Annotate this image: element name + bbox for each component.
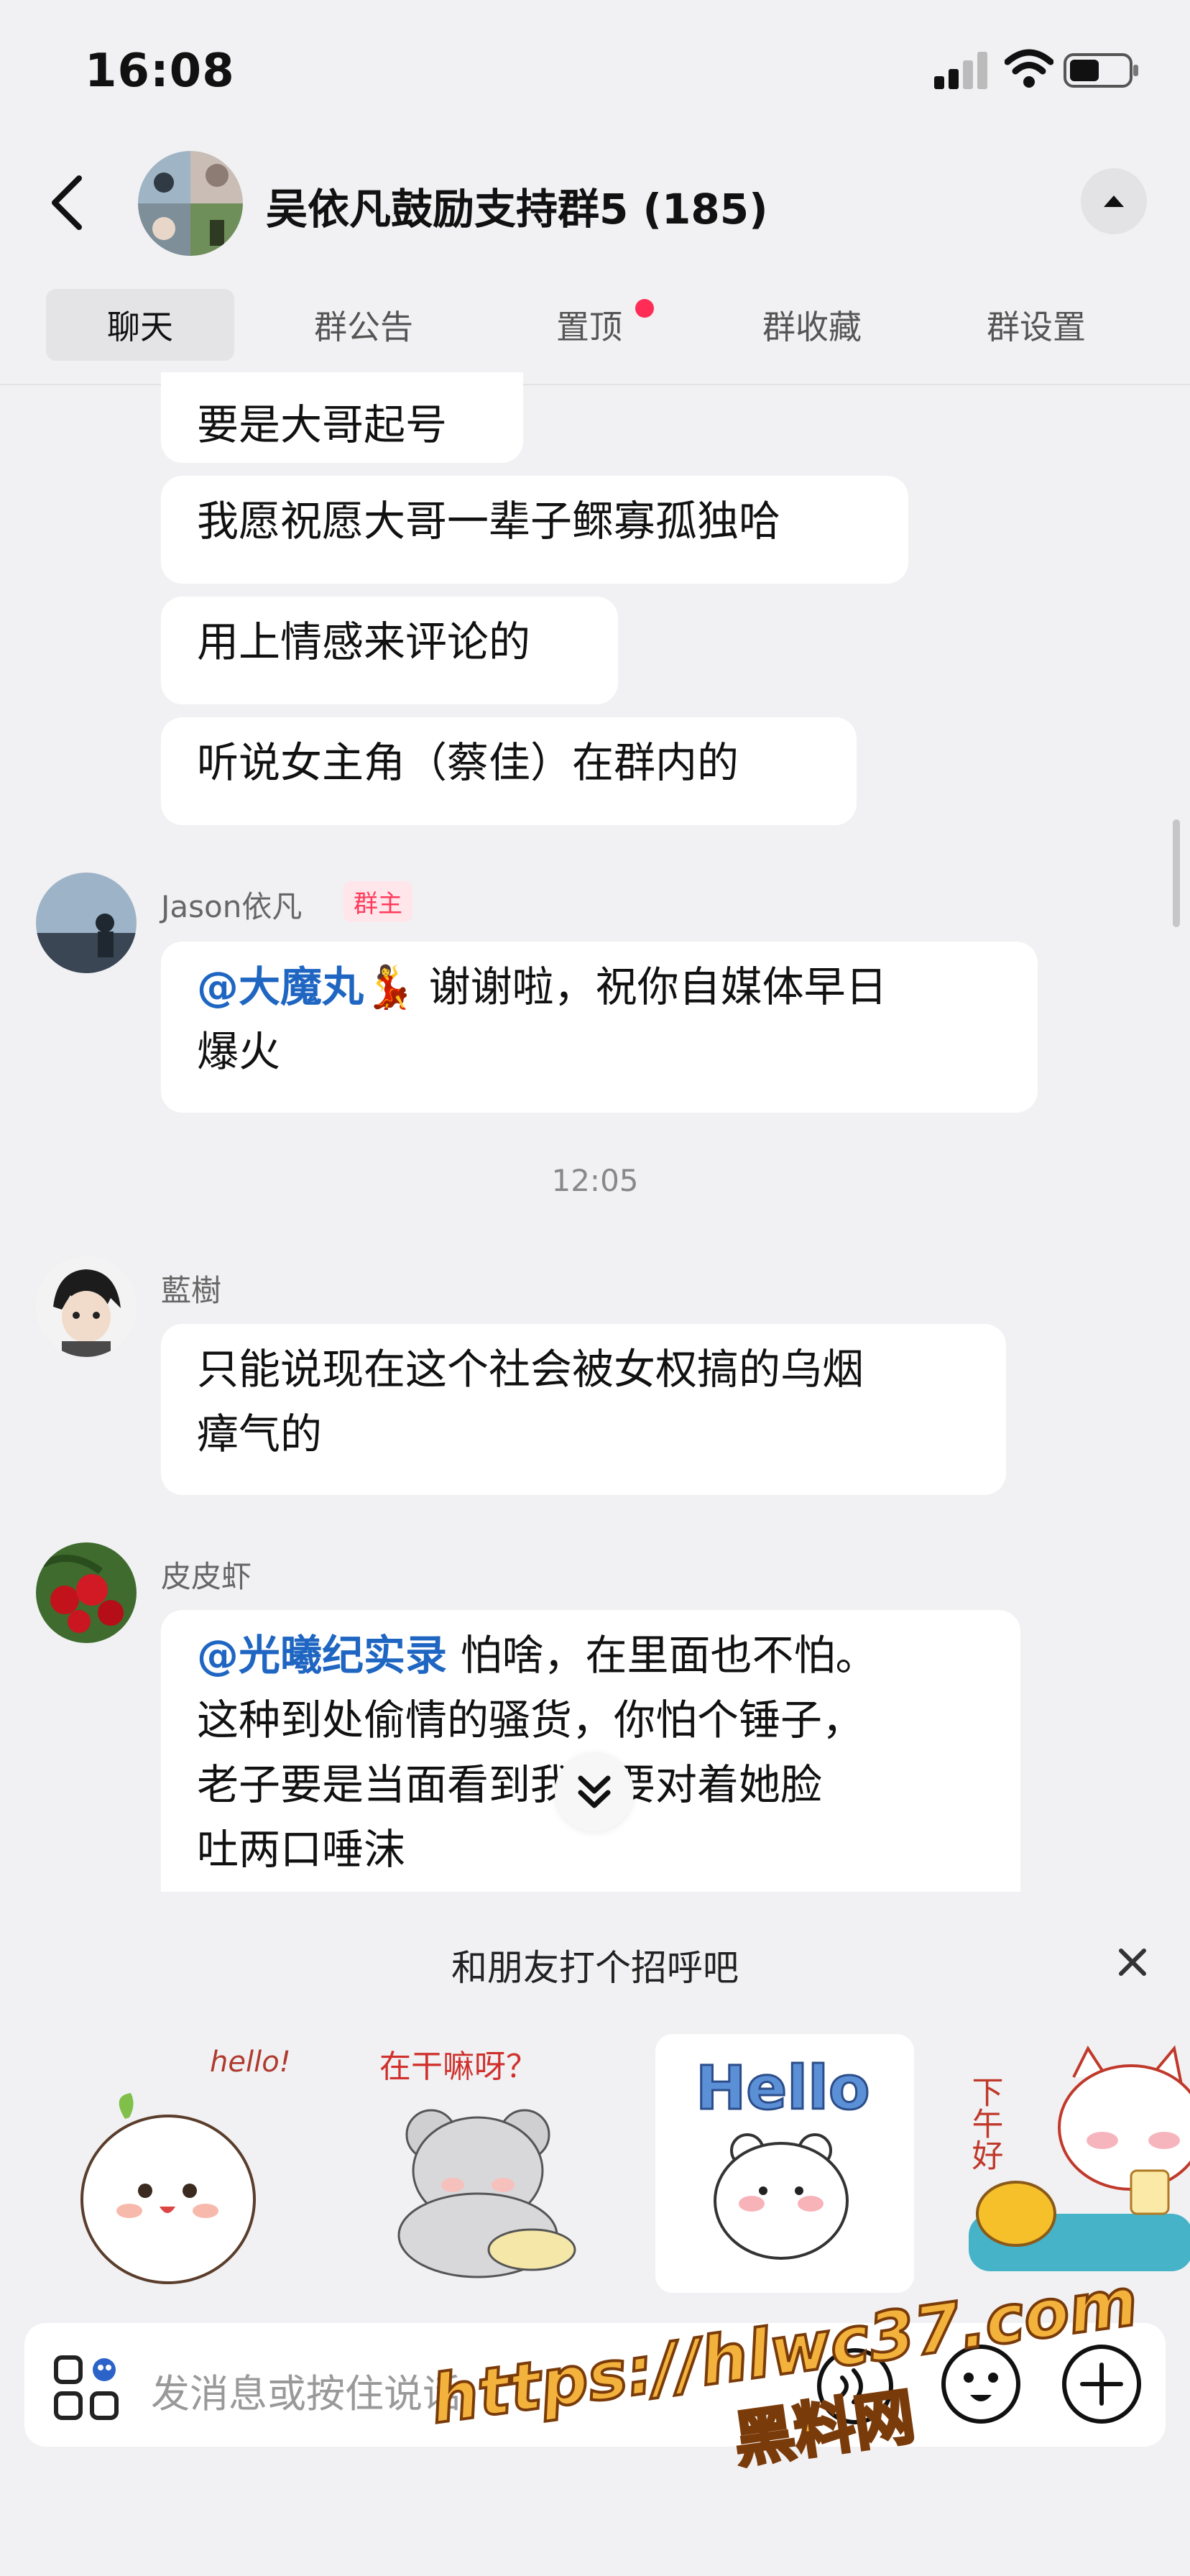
collapse-button[interactable] — [1081, 168, 1147, 234]
time-separator-text: 12:05 — [551, 1163, 639, 1198]
watermark-name: 黑料网 — [730, 2381, 919, 2476]
group-title[interactable]: 吴依凡鼓励支持群5 (185) — [266, 175, 768, 236]
message-text: 用上情感来评论的 — [197, 617, 531, 666]
message-bubble[interactable]: 只能说现在这个社会被女权搞的乌烟 瘴气的 — [161, 1324, 1006, 1495]
message-bubble[interactable]: 要是大哥起号 — [161, 372, 523, 463]
message-input[interactable]: 发消息或按住说话 — [151, 2362, 461, 2419]
unread-dot — [635, 299, 654, 318]
avatar-pipixia[interactable] — [36, 1542, 137, 1643]
wifi-icon — [1005, 49, 1053, 88]
message-text: 吐两口唾沫 — [197, 1825, 406, 1874]
sender-name[interactable]: 皮皮虾 — [161, 1552, 252, 1596]
scroll-to-bottom-button[interactable] — [555, 1752, 634, 1831]
message-text: 老子要是当面看到我还要对着她脸 — [197, 1760, 823, 1809]
message-text: 只能说现在这个社会被女权搞的乌烟 — [197, 1345, 864, 1394]
sticker-text: 下午好 — [967, 2076, 1003, 2171]
message-text: 听说女主角（蔡佳）在群内的 — [197, 738, 739, 787]
time-separator: 12:05 — [0, 1163, 1190, 1198]
mention-link[interactable]: @光曦纪实录 — [197, 1631, 447, 1680]
message-text: 这种到处偷情的骚货，你怕个锤子， — [197, 1696, 864, 1744]
sender-name[interactable]: 藍樹 — [161, 1266, 221, 1310]
tab-chat[interactable]: 聊天 — [46, 289, 234, 361]
greeting-title: 和朋友打个招呼吧 — [451, 1947, 739, 1989]
message-text: 爆火 — [197, 1027, 281, 1076]
scrollbar-thumb[interactable] — [1173, 819, 1180, 927]
message-text: 怕啥，在里面也不怕。 — [447, 1631, 877, 1680]
owner-badge: 群主 — [343, 881, 412, 922]
close-icon[interactable] — [1115, 1945, 1150, 1979]
apps-grid-icon[interactable] — [53, 2355, 119, 2421]
status-time: 16:08 — [85, 45, 235, 98]
message-text: 瘴气的 — [197, 1409, 323, 1458]
sticker-hello-bear[interactable]: Hello — [655, 2034, 914, 2293]
avatar-lanshu[interactable] — [36, 1256, 137, 1357]
sticker-text: hello! — [210, 2046, 291, 2079]
mention-link[interactable]: @大魔丸 — [197, 962, 364, 1011]
battery-icon — [1064, 53, 1138, 88]
message-bubble[interactable]: @大魔丸💃 谢谢啦，祝你自媒体早日 爆火 — [161, 942, 1038, 1113]
tab-group-settings[interactable]: 群设置 — [944, 289, 1128, 361]
fan-dancer-emoji: 💃 — [364, 962, 416, 1011]
message-text: 要是大哥起号 — [197, 400, 448, 449]
back-icon[interactable] — [47, 174, 88, 231]
tab-pinned[interactable]: 置顶 — [496, 289, 683, 361]
sender-name[interactable]: Jason依凡 — [161, 883, 302, 926]
cellular-signal-icon — [934, 52, 987, 89]
message-text: 谢谢啦，祝你自媒体早日 — [415, 962, 887, 1011]
message-bubble[interactable]: 听说女主角（蔡佳）在群内的 — [161, 717, 857, 825]
sticker-text: Hello — [696, 2053, 870, 2123]
tab-announcement[interactable]: 群公告 — [272, 289, 456, 361]
sticker-text: 在干嘛呀？ — [379, 2048, 538, 2085]
message-bubble[interactable]: 我愿祝愿大哥一辈子鳏寡孤独哈 — [161, 476, 908, 584]
sticker-hello-mochi[interactable]: hello! — [46, 2034, 305, 2293]
double-chevron-down-icon — [578, 1775, 611, 1808]
message-text: 我愿祝愿大哥一辈子鳏寡孤独哈 — [197, 497, 781, 546]
sticker-afternoon-cat[interactable]: 下午好 — [966, 2034, 1190, 2293]
group-avatar[interactable] — [138, 151, 243, 256]
triangle-up-icon — [1104, 196, 1124, 207]
tab-favorites[interactable]: 群收藏 — [720, 289, 904, 361]
sticker-koala[interactable]: 在干嘛呀？ — [345, 2034, 604, 2293]
message-bubble[interactable]: 用上情感来评论的 — [161, 597, 618, 704]
avatar-jason[interactable] — [36, 873, 137, 973]
watermark: https://hlwc37.com 黑料网 — [425, 2264, 1143, 2478]
